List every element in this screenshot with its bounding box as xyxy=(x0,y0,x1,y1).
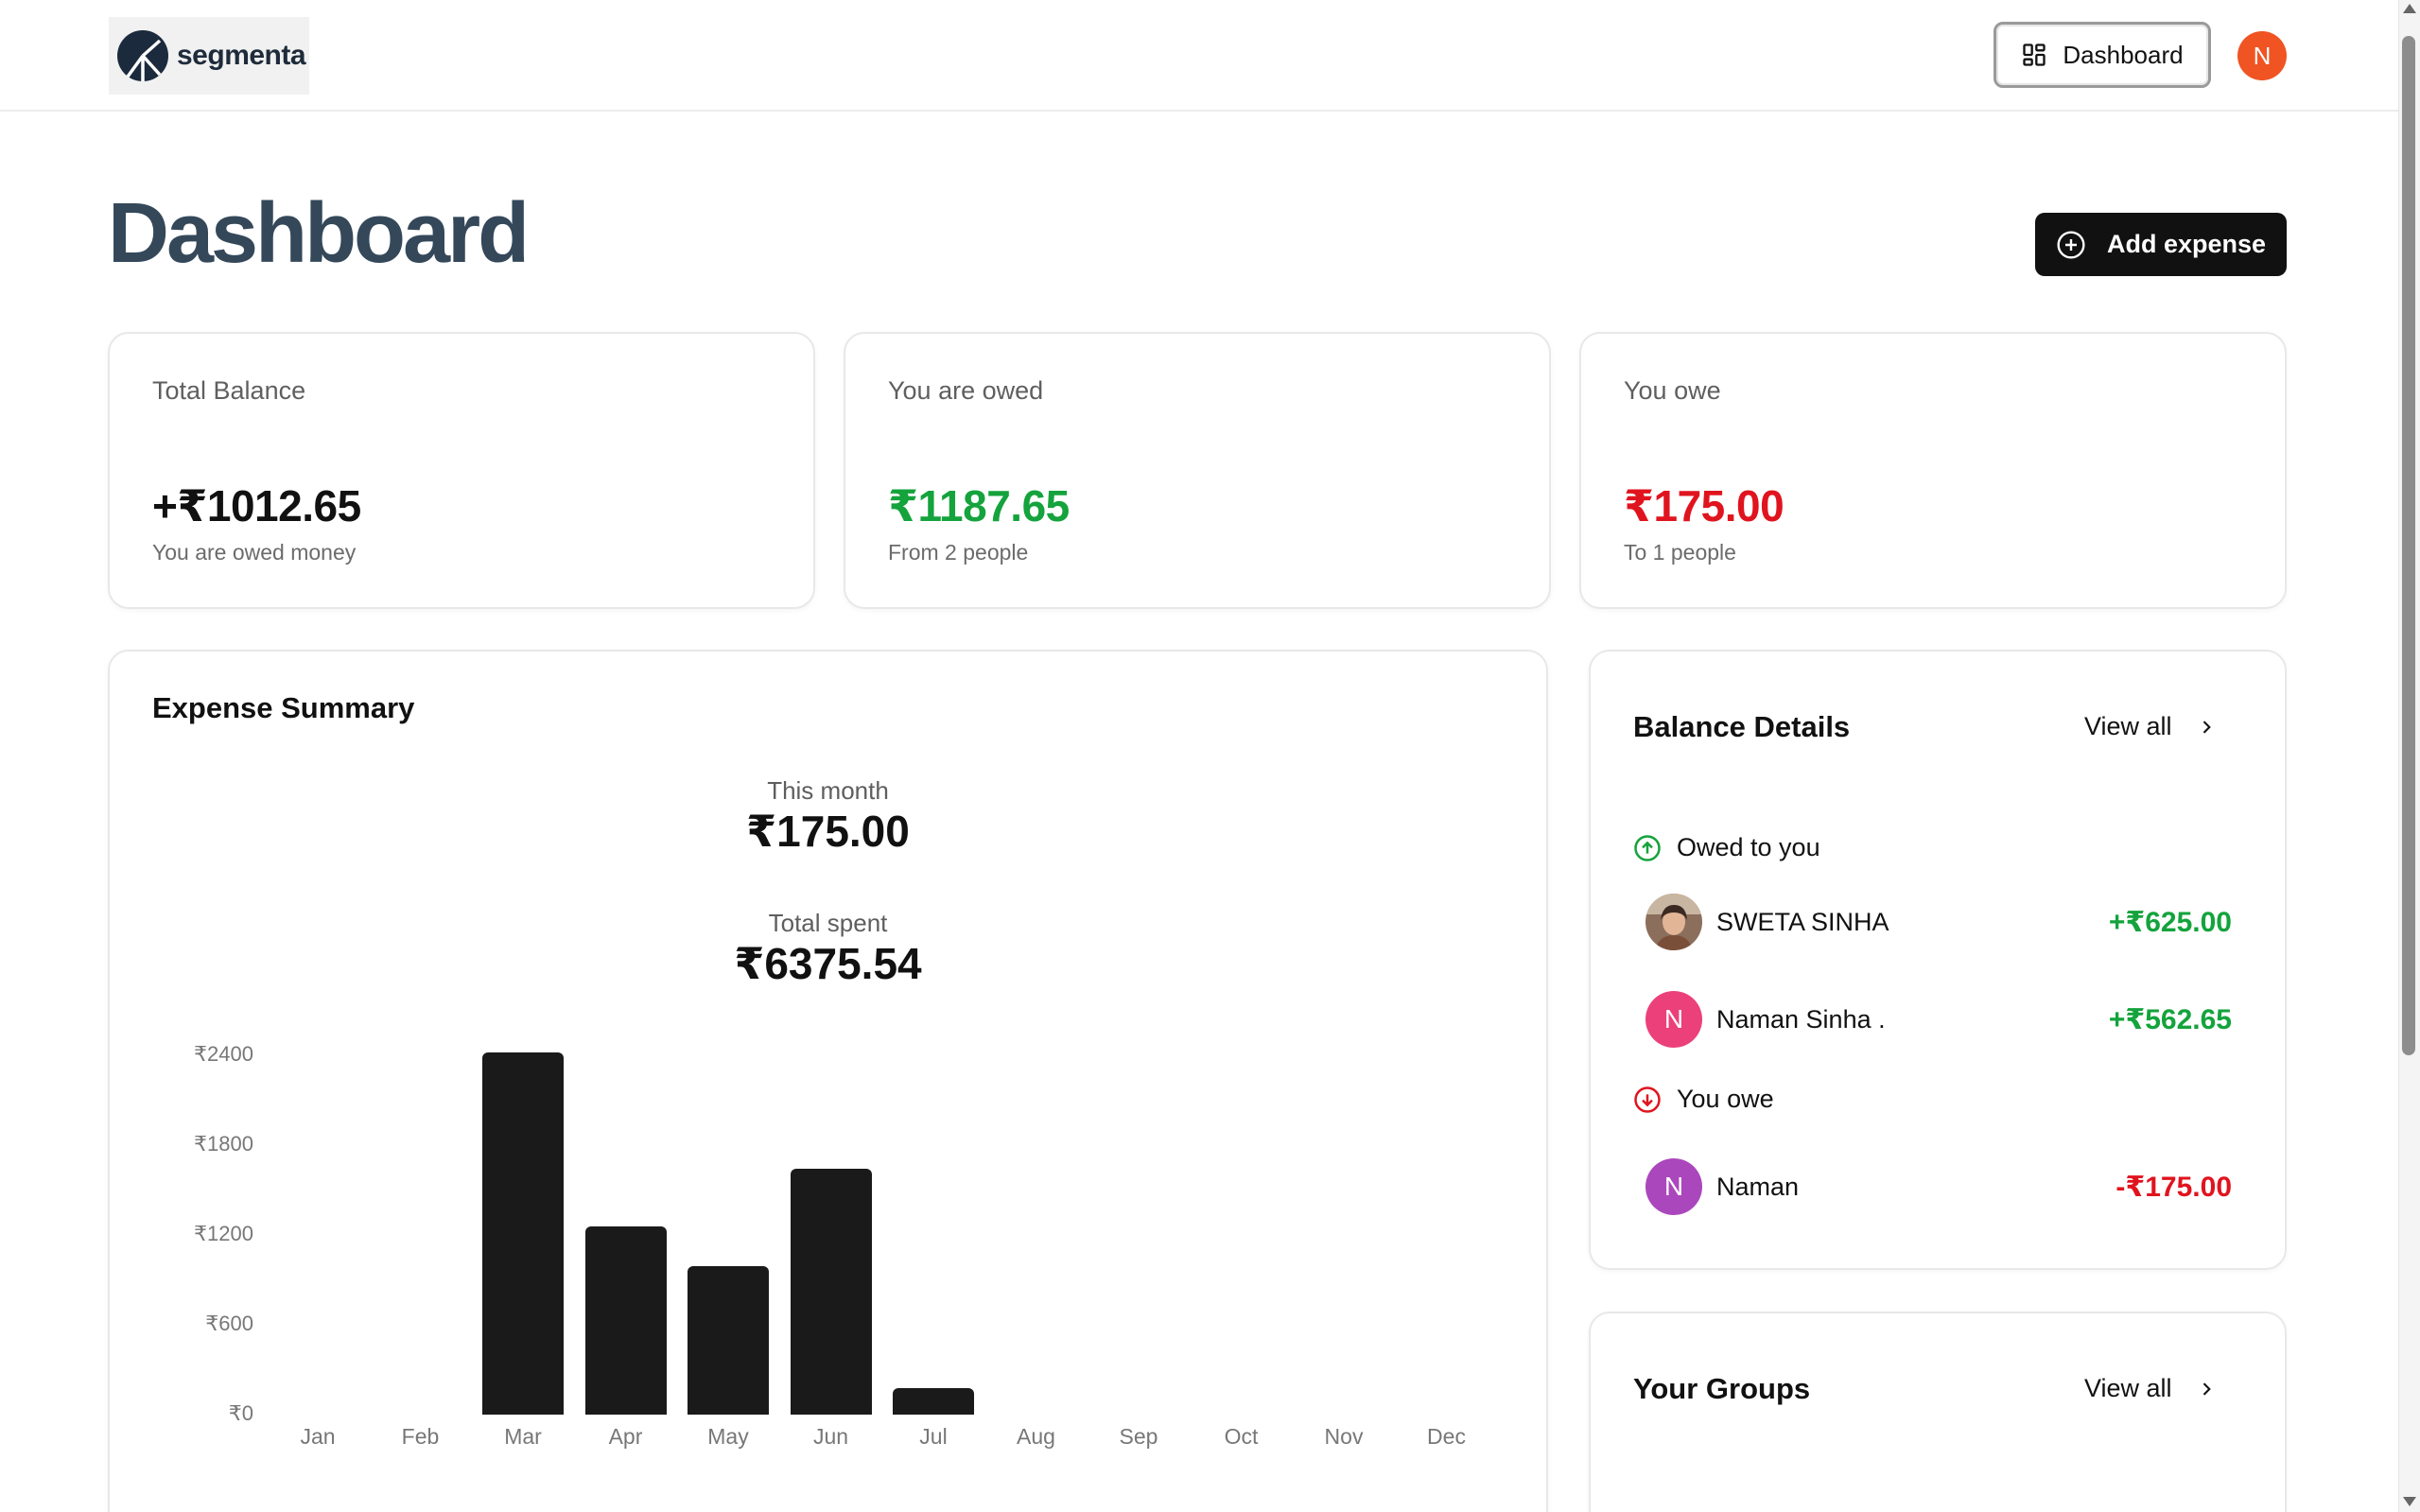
x-axis-tick-label: Jan xyxy=(300,1424,336,1449)
user-avatar[interactable]: N xyxy=(2237,31,2287,80)
arrow-down-circle-icon xyxy=(1634,1086,1661,1113)
y-axis-tick-label: ₹1800 xyxy=(194,1132,253,1156)
balance-row-sweta-sinha[interactable]: SWETA SINHA +₹625.00 xyxy=(1645,893,2232,951)
profile-photo-icon xyxy=(1645,894,1702,950)
balance-row-naman-sinha[interactable]: N Naman Sinha . +₹562.65 xyxy=(1645,990,2232,1049)
x-axis-tick-label: May xyxy=(707,1424,749,1449)
stat-value: +₹1012.65 xyxy=(152,481,361,530)
brand-name: segmenta xyxy=(177,40,306,71)
balance-row-naman[interactable]: N Naman -₹175.00 xyxy=(1645,1157,2232,1216)
stat-value: ₹1187.65 xyxy=(888,481,1070,530)
scroll-down-arrow-icon[interactable] xyxy=(2403,1497,2416,1506)
your-groups-card: Your Groups View all xyxy=(1589,1312,2287,1512)
page-title: Dashboard xyxy=(108,186,530,281)
stat-subtext: To 1 people xyxy=(1624,540,1736,565)
you-owe-card: You owe ₹175.00 To 1 people xyxy=(1579,332,2287,609)
x-axis-tick-label: Dec xyxy=(1427,1424,1466,1449)
total-balance-card: Total Balance +₹1012.65 You are owed mon… xyxy=(108,332,815,609)
y-axis-tick-label: ₹0 xyxy=(228,1401,253,1425)
person-name: SWETA SINHA xyxy=(1716,907,1889,936)
plus-circle-icon xyxy=(2057,230,2085,259)
x-axis-tick-label: Sep xyxy=(1119,1424,1158,1449)
view-all-label: View all xyxy=(2084,1374,2172,1402)
owed-to-you-label: Owed to you xyxy=(1677,833,1820,861)
avatar: N xyxy=(1645,1158,1702,1215)
avatar: N xyxy=(1645,991,1702,1048)
bar-may[interactable] xyxy=(688,1266,769,1415)
segmenta-logo-icon xyxy=(117,30,168,81)
x-axis-tick-label: Mar xyxy=(504,1424,542,1449)
view-all-label: View all xyxy=(2084,712,2172,740)
arrow-up-circle-icon xyxy=(1634,834,1661,861)
person-amount: +₹625.00 xyxy=(2108,906,2232,938)
y-axis-tick-label: ₹600 xyxy=(205,1312,253,1335)
bar-jul[interactable] xyxy=(893,1388,974,1415)
person-name: Naman xyxy=(1716,1172,1800,1201)
scroll-up-arrow-icon[interactable] xyxy=(2403,4,2416,13)
you-are-owed-card: You are owed ₹1187.65 From 2 people xyxy=(844,332,1551,609)
y-axis-tick-label: ₹1200 xyxy=(194,1222,253,1245)
dashboard-grid-icon xyxy=(2023,43,2046,66)
x-axis-tick-label: Feb xyxy=(401,1424,440,1449)
y-axis-tick-label: ₹2400 xyxy=(194,1042,253,1066)
monthly-expense-bar-chart: ₹0 ₹600 ₹1200 ₹1800 ₹2400 Jan Feb Mar Apr May Jun J… xyxy=(110,652,1550,1512)
add-expense-label: Add expense xyxy=(2107,230,2267,258)
bar-apr[interactable] xyxy=(584,1225,667,1415)
bar-mar[interactable] xyxy=(482,1051,564,1415)
person-name: Naman Sinha . xyxy=(1716,1004,1886,1034)
your-groups-title: Your Groups xyxy=(1633,1372,1811,1405)
owed-to-you-heading: Owed to you xyxy=(1633,833,1820,862)
balance-view-all-link[interactable]: View all xyxy=(2084,712,2216,741)
person-amount: -₹175.00 xyxy=(2115,1171,2232,1203)
stat-value: ₹175.00 xyxy=(1624,481,1785,530)
stat-subtext: You are owed money xyxy=(152,540,357,565)
you-owe-label: You owe xyxy=(1677,1085,1774,1113)
stat-label: You are owed xyxy=(888,376,1044,405)
x-axis-tick-label: Oct xyxy=(1224,1424,1259,1449)
balance-details-card: Balance Details View all Owed to you SWE… xyxy=(1589,650,2287,1270)
top-navbar: segmenta Dashboard N xyxy=(0,0,2420,112)
brand-logo[interactable]: segmenta xyxy=(109,17,309,95)
groups-view-all-link[interactable]: View all xyxy=(2084,1374,2216,1403)
chevron-right-icon xyxy=(2202,720,2211,734)
stat-label: You owe xyxy=(1624,376,1721,405)
chevron-right-icon xyxy=(2202,1382,2211,1396)
you-owe-heading: You owe xyxy=(1633,1085,1774,1114)
expense-summary-card: Expense Summary This month ₹175.00 Total… xyxy=(108,650,1548,1512)
stat-subtext: From 2 people xyxy=(888,540,1029,565)
x-axis-tick-label: Nov xyxy=(1324,1424,1364,1449)
add-expense-button[interactable]: Add expense xyxy=(2035,213,2287,276)
x-axis-tick-label: Aug xyxy=(1017,1424,1055,1449)
stat-label: Total Balance xyxy=(152,376,306,405)
person-amount: +₹562.65 xyxy=(2108,1003,2232,1035)
balance-details-title: Balance Details xyxy=(1633,710,1851,743)
scrollbar-thumb[interactable] xyxy=(2402,36,2415,1055)
nav-dashboard-label: Dashboard xyxy=(2063,40,2184,69)
nav-dashboard-button[interactable]: Dashboard xyxy=(1993,22,2211,88)
x-axis-tick-label: Jun xyxy=(812,1424,849,1449)
avatar xyxy=(1645,894,1702,950)
x-axis-tick-label: Jul xyxy=(919,1424,948,1449)
bar-jun[interactable] xyxy=(790,1169,872,1415)
x-axis-tick-label: Apr xyxy=(608,1424,643,1449)
